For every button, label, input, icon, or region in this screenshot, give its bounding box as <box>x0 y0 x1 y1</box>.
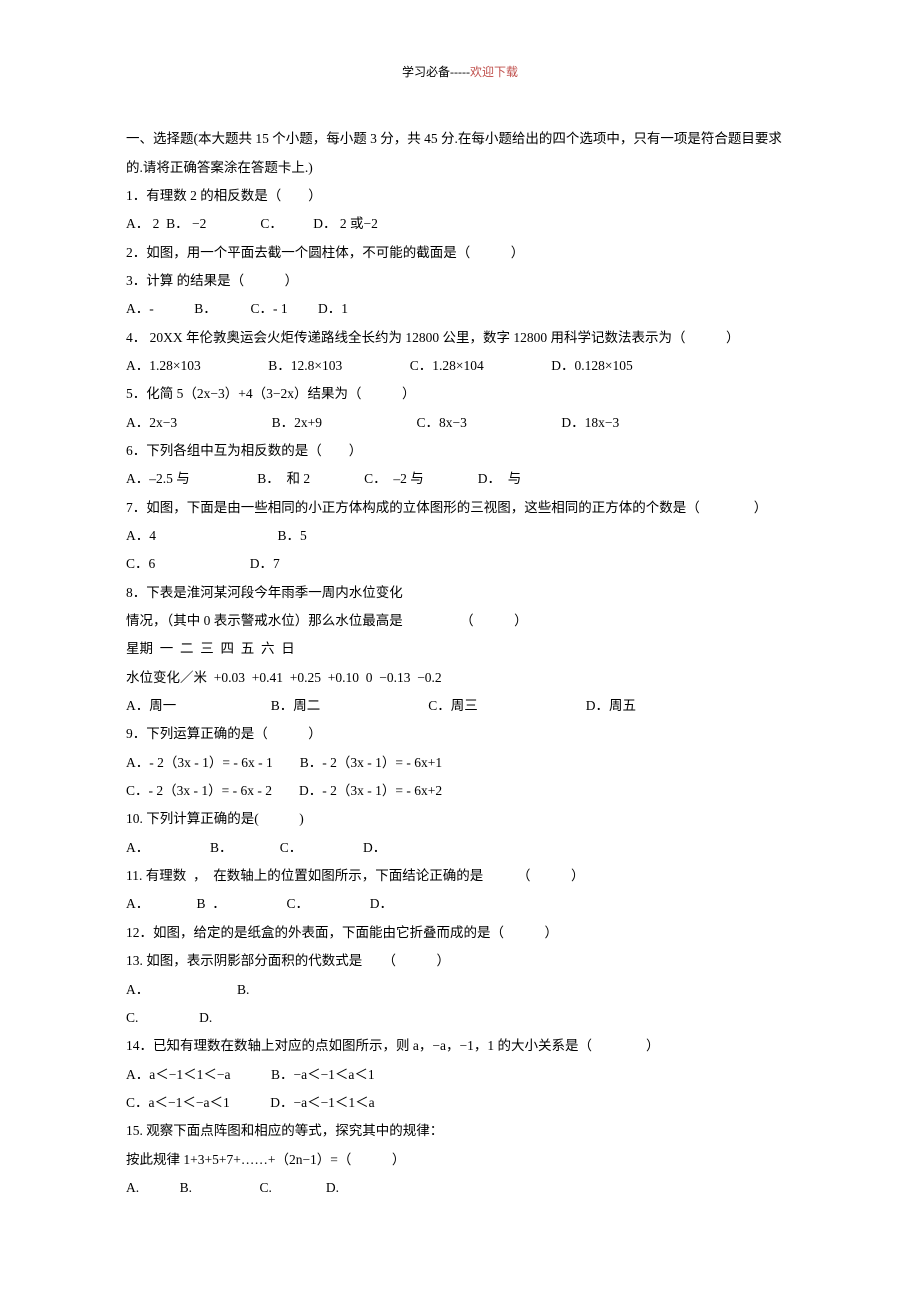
text-line: A．- 2（3x - 1）= - 6x - 1 B．- 2（3x - 1）= -… <box>126 749 794 777</box>
text-line: 14．已知有理数在数轴上对应的点如图所示，则 a，−a，−1，1 的大小关系是（… <box>126 1032 794 1060</box>
text-line: C．a＜−1＜−a＜1 D．−a＜−1＜1＜a <box>126 1089 794 1117</box>
text-line: A．a＜−1＜1＜−a B．−a＜−1＜a＜1 <box>126 1061 794 1089</box>
text-line: 8．下表是淮河某河段今年雨季一周内水位变化 <box>126 579 794 607</box>
document-content: 一、选择题(本大题共 15 个小题，每小题 3 分，共 45 分.在每小题给出的… <box>126 125 794 1202</box>
text-line: A．4 B．5 <box>126 522 794 550</box>
text-line: 6．下列各组中互为相反数的是（ ） <box>126 437 794 465</box>
text-line: 13. 如图，表示阴影部分面积的代数式是 （ ） <box>126 947 794 975</box>
text-line: A． B. <box>126 976 794 1004</box>
page-header: 学习必备-----欢迎下载 <box>126 60 794 85</box>
text-line: A． B ． C． D． <box>126 890 794 918</box>
text-line: A．2x−3 B．2x+9 C．8x−3 D．18x−3 <box>126 409 794 437</box>
text-line: 10. 下列计算正确的是( ) <box>126 805 794 833</box>
text-line: A．1.28×103 B．12.8×103 C．1.28×104 D．0.128… <box>126 352 794 380</box>
text-line: C. D. <box>126 1004 794 1032</box>
text-line: 7．如图，下面是由一些相同的小正方体构成的立体图形的三视图，这些相同的正方体的个… <box>126 494 794 522</box>
header-prefix: 学习必备 <box>402 65 450 79</box>
text-line: 3．计算 的结果是（ ） <box>126 267 794 295</box>
text-line: 1．有理数 2 的相反数是（ ） <box>126 182 794 210</box>
text-line: C．- 2（3x - 1）= - 6x - 2 D．- 2（3x - 1）= -… <box>126 777 794 805</box>
text-line: 11. 有理数 ， 在数轴上的位置如图所示，下面结论正确的是 （ ） <box>126 862 794 890</box>
text-line: A． B． C． D． <box>126 834 794 862</box>
text-line: 一、选择题(本大题共 15 个小题，每小题 3 分，共 45 分.在每小题给出的… <box>126 125 794 182</box>
text-line: A．–2.5 与 B． 和 2 C． –2 与 D． 与 <box>126 465 794 493</box>
text-line: 9．下列运算正确的是（ ） <box>126 720 794 748</box>
header-suffix: 欢迎下载 <box>470 65 518 79</box>
text-line: 情况，（其中 0 表示警戒水位）那么水位最高是 （ ） <box>126 607 794 635</box>
text-line: 5．化简 5（2x−3）+4（3−2x）结果为（ ） <box>126 380 794 408</box>
text-line: A．周一 B．周二 C．周三 D．周五 <box>126 692 794 720</box>
text-line: 按此规律 1+3+5+7+……+（2n−1）=（ ） <box>126 1146 794 1174</box>
text-line: C．6 D．7 <box>126 550 794 578</box>
header-dashes: ----- <box>450 65 470 79</box>
text-line: 星期 一 二 三 四 五 六 日 <box>126 635 794 663</box>
text-line: 4． 20XX 年伦敦奥运会火炬传递路线全长约为 12800 公里，数字 128… <box>126 324 794 352</box>
text-line: A. B. C. D. <box>126 1174 794 1202</box>
text-line: 2．如图，用一个平面去截一个圆柱体，不可能的截面是（ ） <box>126 239 794 267</box>
text-line: 水位变化／米 +0.03 +0.41 +0.25 +0.10 0 −0.13 −… <box>126 664 794 692</box>
text-line: A． 2 B． −2 C． D． 2 或−2 <box>126 210 794 238</box>
text-line: 15. 观察下面点阵图和相应的等式，探究其中的规律： <box>126 1117 794 1145</box>
text-line: A．- B． C．- 1 D．1 <box>126 295 794 323</box>
text-line: 12．如图，给定的是纸盒的外表面，下面能由它折叠而成的是（ ） <box>126 919 794 947</box>
